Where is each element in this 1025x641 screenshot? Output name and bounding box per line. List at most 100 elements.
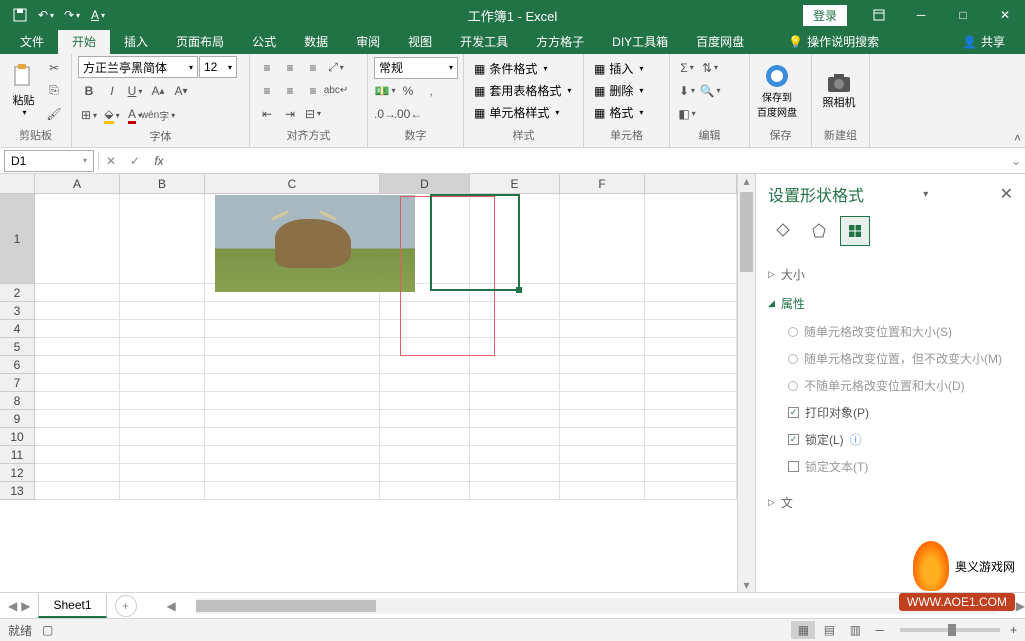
tab-ffgz[interactable]: 方方格子 [522, 29, 598, 54]
cell[interactable] [35, 374, 120, 392]
sheet-tab-1[interactable]: Sheet1 [38, 594, 106, 618]
fill-tab-icon[interactable] [768, 216, 798, 246]
camera-button[interactable]: 照相机 [818, 59, 860, 123]
align-right-icon[interactable]: ≡ [302, 80, 324, 102]
tab-diy[interactable]: DIY工具箱 [598, 29, 682, 54]
cell[interactable] [470, 320, 560, 338]
cell[interactable] [35, 446, 120, 464]
increase-font-icon[interactable]: A▴ [147, 80, 169, 102]
cell[interactable] [35, 284, 120, 302]
cell[interactable] [560, 446, 645, 464]
redo-icon[interactable]: ↷▾ [60, 3, 84, 27]
cell[interactable] [120, 284, 205, 302]
col-header-a[interactable]: A [35, 174, 120, 193]
select-all-corner[interactable] [0, 174, 35, 194]
cell[interactable] [380, 356, 470, 374]
phonetic-icon[interactable]: wén字▾ [147, 104, 169, 126]
clear-icon[interactable]: ◧▾ [676, 103, 698, 125]
fx-icon[interactable]: fx [147, 150, 171, 172]
cell[interactable] [560, 464, 645, 482]
cell[interactable] [470, 284, 560, 302]
cell[interactable] [205, 428, 380, 446]
row-header-5[interactable]: 5 [0, 338, 35, 356]
border-icon[interactable]: ⊞▾ [78, 104, 100, 126]
macro-record-icon[interactable]: ▢ [42, 623, 53, 637]
login-button[interactable]: 登录 [803, 5, 847, 26]
pane-close-icon[interactable]: ✕ [1000, 184, 1013, 204]
locked-check[interactable]: ✓锁定(L) ⓘ [788, 426, 1013, 453]
hscroll-left-icon[interactable]: ◀ [167, 599, 176, 613]
cell[interactable] [35, 392, 120, 410]
cell[interactable] [35, 356, 120, 374]
cell[interactable] [470, 410, 560, 428]
cell[interactable] [470, 428, 560, 446]
autosum-icon[interactable]: Σ▾ [676, 57, 698, 79]
cell[interactable] [470, 194, 560, 284]
cell[interactable] [120, 194, 205, 284]
formula-input[interactable] [171, 150, 1007, 172]
scroll-thumb[interactable] [740, 192, 753, 272]
row-header-4[interactable]: 4 [0, 320, 35, 338]
font-name-combo[interactable]: 方正兰亭黑简体▾ [78, 56, 198, 78]
row-header-3[interactable]: 3 [0, 302, 35, 320]
decrease-decimal-icon[interactable]: .00← [397, 103, 419, 125]
copy-icon[interactable]: ⎘ [43, 80, 65, 102]
cell[interactable] [120, 428, 205, 446]
decrease-font-icon[interactable]: A▾ [170, 80, 192, 102]
spreadsheet[interactable]: A B C D E F 12345678910111213 [0, 174, 737, 592]
col-header-d[interactable]: D [380, 174, 470, 193]
cancel-formula-icon[interactable]: ✕ [99, 150, 123, 172]
cell[interactable] [560, 356, 645, 374]
col-header-e[interactable]: E [470, 174, 560, 193]
row-header-9[interactable]: 9 [0, 410, 35, 428]
insert-cells-button[interactable]: ▦插入▾ [590, 58, 647, 79]
font-size-combo[interactable]: 12▾ [199, 56, 237, 78]
tell-me-search[interactable]: 💡 操作说明搜索 [778, 29, 889, 54]
cell[interactable] [35, 320, 120, 338]
cell[interactable] [380, 302, 470, 320]
cell[interactable] [380, 374, 470, 392]
accept-formula-icon[interactable]: ✓ [123, 150, 147, 172]
lock-text-check[interactable]: 锁定文本(T) [788, 453, 1013, 480]
minimize-icon[interactable]: ─ [901, 0, 941, 30]
add-sheet-button[interactable]: + [115, 595, 137, 617]
fill-icon[interactable]: ⬇▾ [676, 80, 698, 102]
tab-formulas[interactable]: 公式 [238, 29, 290, 54]
print-object-check[interactable]: ✓打印对象(P) [788, 399, 1013, 426]
next-sheet-icon[interactable]: ▶ [21, 599, 30, 613]
format-painter-icon[interactable]: 🖌 [43, 103, 65, 125]
cell[interactable] [120, 374, 205, 392]
cell[interactable] [560, 302, 645, 320]
cell[interactable] [380, 482, 470, 500]
tab-developer[interactable]: 开发工具 [446, 29, 522, 54]
cell[interactable] [560, 338, 645, 356]
cell[interactable] [380, 428, 470, 446]
move-size-radio[interactable]: 随单元格改变位置和大小(S) [788, 318, 1013, 345]
cell-style-button[interactable]: ▦单元格样式▾ [470, 102, 575, 123]
paste-button[interactable]: 粘贴 ▾ [6, 59, 41, 123]
cell[interactable] [205, 392, 380, 410]
cell[interactable] [560, 428, 645, 446]
cell[interactable] [470, 338, 560, 356]
row-header-6[interactable]: 6 [0, 356, 35, 374]
vertical-scrollbar[interactable]: ▴ ▾ [737, 174, 755, 592]
tab-layout[interactable]: 页面布局 [162, 29, 238, 54]
cell[interactable] [560, 374, 645, 392]
cell[interactable] [380, 410, 470, 428]
cell[interactable] [470, 482, 560, 500]
merge-icon[interactable]: ⊟▾ [302, 103, 324, 125]
underline-button[interactable]: U▾ [124, 80, 146, 102]
cell[interactable] [470, 464, 560, 482]
row-header-12[interactable]: 12 [0, 464, 35, 482]
cell[interactable] [205, 320, 380, 338]
currency-icon[interactable]: 💵▾ [374, 80, 396, 102]
collapse-ribbon-icon[interactable]: ˄ [1014, 131, 1021, 145]
cell[interactable] [120, 356, 205, 374]
percent-icon[interactable]: % [397, 80, 419, 102]
format-cells-button[interactable]: ▦格式▾ [590, 102, 647, 123]
cell[interactable] [120, 464, 205, 482]
normal-view-icon[interactable]: ▦ [791, 621, 815, 639]
align-middle-icon[interactable]: ≡ [279, 57, 301, 79]
tab-view[interactable]: 视图 [394, 29, 446, 54]
row-header-11[interactable]: 11 [0, 446, 35, 464]
